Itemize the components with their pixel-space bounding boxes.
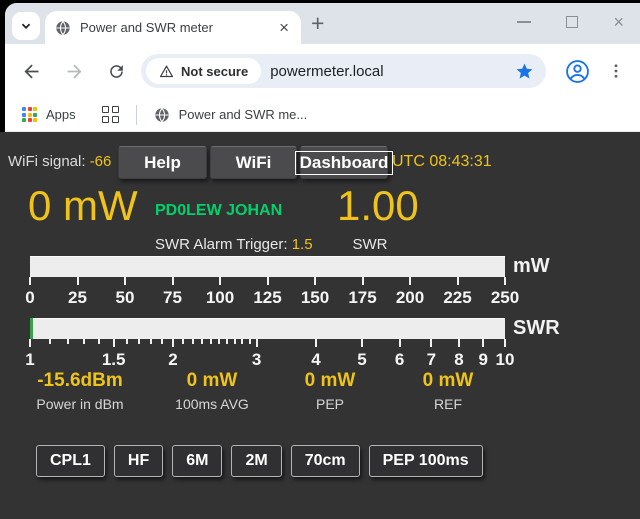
forward-arrow-icon — [64, 61, 85, 82]
swr-alarm-value: 1.5 — [292, 236, 313, 253]
readout-avg: 0 mW 100ms AVG — [150, 370, 274, 412]
bookmarks-bar: Apps Power and SWR me... — [5, 98, 640, 132]
wifi-button-label: WiFi — [236, 153, 272, 173]
help-button[interactable]: Help — [118, 146, 207, 179]
dashboard-button[interactable]: Dashboard — [300, 146, 388, 179]
wifi-signal: WiFi signal: -66 — [8, 153, 111, 170]
help-button-label: Help — [144, 153, 181, 173]
swr-reading: 1.00 — [337, 184, 419, 228]
swr-alarm-label: SWR Alarm Trigger: — [155, 236, 292, 253]
apps-label: Apps — [46, 107, 76, 122]
swr-meter-caption: SWR — [513, 318, 560, 339]
swr-reading-caption: SWR — [337, 236, 403, 253]
window-close-button[interactable]: × — [613, 16, 624, 28]
bookmarks-separator — [136, 105, 137, 125]
new-tab-button[interactable]: + — [311, 10, 324, 37]
swr-meter-bar — [30, 318, 505, 339]
6m-button[interactable]: 6M — [172, 445, 222, 477]
readout-label: Power in dBm — [10, 396, 150, 412]
readout-label: 100ms AVG — [150, 396, 274, 412]
bookmark-star-icon[interactable] — [515, 62, 534, 81]
tab-close-icon[interactable]: × — [277, 19, 291, 36]
2m-button[interactable]: 2M — [231, 445, 281, 477]
dashboard-button-label: Dashboard — [295, 151, 394, 175]
utc-clock: UTC 08:43:31 — [392, 153, 492, 171]
pep-100ms-button-label: PEP 100ms — [383, 452, 469, 470]
wifi-signal-label: WiFi signal: — [8, 153, 90, 170]
apps-grid-icon — [22, 107, 37, 122]
squares-grid-icon[interactable] — [102, 106, 119, 123]
bookmark-item[interactable]: Power and SWR me... — [154, 107, 308, 123]
security-chip[interactable]: Not secure — [146, 58, 261, 84]
70cm-button[interactable]: 70cm — [291, 445, 360, 477]
wifi-signal-value: -66 — [90, 153, 112, 170]
power-reading: 0 mW — [28, 184, 138, 228]
band-button-row: CPL1 HF 6M 2M 70cm PEP 100ms — [36, 445, 483, 477]
cpl1-button[interactable]: CPL1 — [36, 445, 105, 477]
three-dot-menu-icon — [607, 62, 625, 80]
forward-button[interactable] — [64, 61, 85, 82]
power-meter-caption: mW — [513, 256, 550, 277]
profile-avatar-icon — [565, 59, 590, 84]
readout-label: PEP — [270, 396, 390, 412]
2m-button-label: 2M — [245, 452, 267, 470]
meter-fill — [30, 318, 33, 339]
apps-shortcut[interactable]: Apps — [22, 107, 76, 122]
power-meter: mW 0255075100125150175200225250 — [30, 256, 505, 277]
reload-icon — [107, 62, 126, 81]
readout-label: REF — [390, 396, 506, 412]
bookmark-title: Power and SWR me... — [179, 107, 308, 122]
browser-menu-button[interactable] — [607, 62, 625, 80]
tab-search-button[interactable] — [12, 12, 40, 40]
warning-triangle-icon — [159, 64, 174, 79]
minimize-button[interactable] — [517, 21, 531, 23]
browser-window: Power and SWR meter × + × Not secure pow… — [5, 3, 640, 132]
hf-button-label: HF — [128, 452, 149, 470]
callsign: PD0LEW JOHAN — [155, 202, 282, 220]
active-tab[interactable]: Power and SWR meter × — [45, 11, 301, 44]
cpl1-button-label: CPL1 — [50, 452, 91, 470]
window-controls: × — [517, 16, 624, 28]
tab-title: Power and SWR meter — [80, 20, 277, 35]
globe-favicon-icon — [154, 107, 170, 123]
url-text[interactable]: powermeter.local — [270, 63, 515, 80]
maximize-button[interactable] — [566, 16, 578, 28]
profile-button[interactable] — [565, 59, 590, 84]
page-content: WiFi signal: -66 Help WiFi Dashboard UTC… — [0, 132, 640, 519]
browser-toolbar: Not secure powermeter.local — [5, 44, 640, 98]
reload-button[interactable] — [107, 62, 126, 81]
readout-dbm: -15.6dBm Power in dBm — [10, 370, 150, 412]
readout-pep: 0 mW PEP — [270, 370, 390, 412]
hf-button[interactable]: HF — [114, 445, 163, 477]
meter-ticks: 0255075100125150175200225250 — [30, 277, 505, 319]
pep-100ms-button[interactable]: PEP 100ms — [369, 445, 483, 477]
chevron-down-icon — [19, 19, 33, 33]
back-arrow-icon — [21, 61, 42, 82]
wifi-button[interactable]: WiFi — [210, 146, 297, 179]
globe-favicon-icon — [55, 20, 71, 36]
swr-alarm-trigger: SWR Alarm Trigger: 1.5 — [155, 236, 313, 253]
6m-button-label: 6M — [186, 452, 208, 470]
swr-meter: SWR 11.52345678910 — [30, 318, 505, 339]
power-meter-bar — [30, 256, 505, 277]
security-chip-label: Not secure — [181, 64, 248, 79]
70cm-button-label: 70cm — [305, 452, 346, 470]
tab-strip: Power and SWR meter × + × — [5, 3, 640, 44]
readout-ref: 0 mW REF — [390, 370, 506, 412]
readout-value: -15.6dBm — [10, 370, 150, 392]
readout-value: 0 mW — [150, 370, 274, 392]
address-bar[interactable]: Not secure powermeter.local — [141, 54, 546, 88]
readout-value: 0 mW — [270, 370, 390, 392]
back-button[interactable] — [21, 61, 42, 82]
readout-value: 0 mW — [390, 370, 506, 392]
